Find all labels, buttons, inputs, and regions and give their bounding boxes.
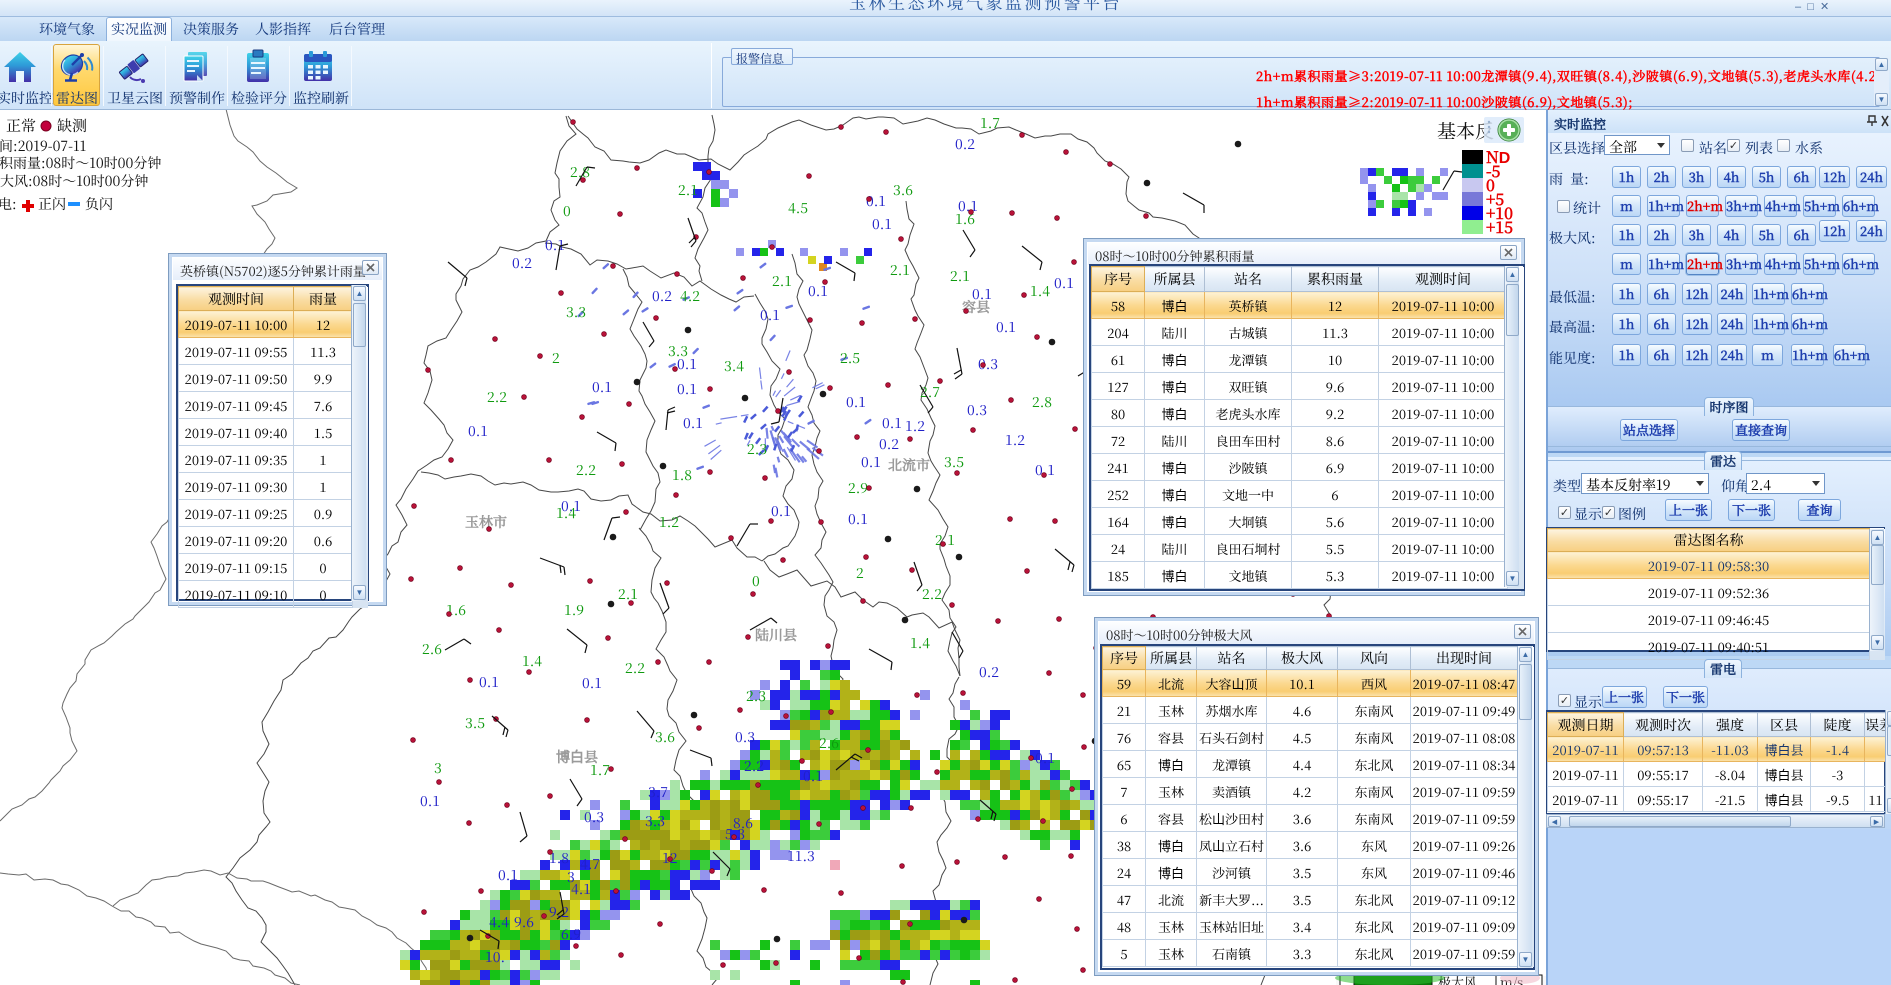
svg-text:3.3: 3.3	[566, 302, 586, 322]
svg-text:0.1: 0.1	[803, 766, 823, 786]
svg-text:0.1: 0.1	[468, 421, 488, 441]
svg-text:负闪: 负闪	[85, 194, 113, 214]
svg-text:0.1: 0.1	[771, 501, 791, 521]
svg-text:1.2: 1.2	[659, 512, 679, 532]
svg-text:0.1: 0.1	[1054, 273, 1074, 293]
svg-text:0.3: 0.3	[967, 400, 987, 420]
svg-text:0.3: 0.3	[735, 727, 755, 747]
svg-text:6.9: 6.9	[561, 924, 581, 944]
svg-text:9.2: 9.2	[549, 902, 569, 922]
svg-text:0.1: 0.1	[882, 413, 902, 433]
svg-text:0: 0	[563, 201, 571, 221]
svg-text:2.1: 2.1	[618, 584, 638, 604]
svg-text:1.7: 1.7	[980, 113, 1000, 133]
svg-text:2.2: 2.2	[922, 584, 942, 604]
svg-text:1.4: 1.4	[1030, 281, 1050, 301]
svg-text:1.2: 1.2	[1005, 430, 1025, 450]
svg-text:0.1: 0.1	[972, 284, 992, 304]
svg-text:3.6: 3.6	[893, 180, 913, 200]
svg-text:0.1: 0.1	[683, 413, 703, 433]
svg-text:电:: 电:	[0, 194, 17, 214]
svg-text:0.1: 0.1	[848, 509, 868, 529]
svg-text:北流市: 北流市	[888, 455, 930, 475]
svg-text:0.1: 0.1	[498, 865, 518, 885]
svg-text:2.6: 2.6	[819, 733, 839, 753]
svg-text:0.1: 0.1	[760, 305, 780, 325]
svg-text:1.6: 1.6	[446, 600, 466, 620]
svg-text:1.4: 1.4	[522, 651, 542, 671]
svg-text:0.1: 0.1	[846, 392, 866, 412]
svg-text:2.9: 2.9	[848, 478, 868, 498]
svg-text:0.1: 0.1	[420, 791, 440, 811]
svg-text:2.3: 2.3	[747, 439, 767, 459]
svg-text:0.1: 0.1	[479, 672, 499, 692]
svg-text:4.2: 4.2	[680, 286, 700, 306]
svg-text:2: 2	[552, 348, 560, 368]
svg-text:0.1: 0.1	[872, 214, 892, 234]
svg-text:4.1: 4.1	[571, 879, 591, 899]
svg-text:2.1: 2.1	[935, 530, 955, 550]
svg-text:0.2: 0.2	[879, 434, 899, 454]
svg-text:缺测: 缺测	[57, 115, 87, 136]
svg-text:1.2: 1.2	[905, 416, 925, 436]
svg-text:0.1: 0.1	[592, 377, 612, 397]
svg-text:2.2: 2.2	[744, 756, 764, 776]
svg-text:2.1: 2.1	[950, 266, 970, 286]
svg-text:5.3: 5.3	[725, 824, 745, 844]
svg-text:3: 3	[434, 758, 442, 778]
svg-text:1.9: 1.9	[564, 600, 584, 620]
svg-text:陆川县: 陆川县	[755, 625, 797, 645]
svg-text:1.4: 1.4	[556, 503, 576, 523]
svg-text:0.3: 0.3	[584, 807, 604, 827]
svg-text:3.4: 3.4	[724, 356, 744, 376]
svg-text:11.3: 11.3	[787, 846, 815, 866]
svg-text:4.7: 4.7	[580, 854, 600, 874]
svg-text:4.5: 4.5	[788, 198, 808, 218]
svg-text:1.4: 1.4	[910, 633, 930, 653]
svg-text:1.8: 1.8	[672, 465, 692, 485]
svg-text:10.: 10.	[485, 947, 505, 967]
svg-text:2.2: 2.2	[576, 460, 596, 480]
svg-text:大风:08时～10时00分钟: 大风:08时～10时00分钟	[0, 171, 148, 191]
svg-text:3.5: 3.5	[944, 452, 964, 472]
svg-text:2.7: 2.7	[920, 382, 940, 402]
svg-text:2.8: 2.8	[1032, 392, 1052, 412]
svg-text:积雨量:08时～10时00分钟: 积雨量:08时～10时00分钟	[0, 153, 161, 173]
svg-text:3.7: 3.7	[648, 782, 668, 802]
svg-text:1.7: 1.7	[590, 760, 610, 780]
svg-text:0.1: 0.1	[1035, 748, 1055, 768]
svg-text:0.2: 0.2	[512, 253, 532, 273]
svg-text:正闪: 正闪	[38, 194, 66, 214]
svg-text:2.5: 2.5	[840, 348, 860, 368]
svg-text:3.3: 3.3	[645, 811, 665, 831]
svg-text:9.6: 9.6	[514, 912, 534, 932]
svg-text:2.1: 2.1	[890, 260, 910, 280]
svg-text:+15: +15	[1486, 215, 1513, 238]
svg-text:2.2: 2.2	[625, 658, 645, 678]
svg-text:正常: 正常	[6, 115, 36, 136]
svg-text:0.1: 0.1	[861, 452, 881, 472]
svg-text:2.1: 2.1	[678, 180, 698, 200]
svg-text:2.1: 2.1	[772, 271, 792, 291]
svg-text:2.6: 2.6	[422, 639, 442, 659]
svg-text:0.1: 0.1	[677, 354, 697, 374]
svg-text:3.5: 3.5	[465, 713, 485, 733]
svg-text:0.1: 0.1	[677, 379, 697, 399]
svg-text:2.2: 2.2	[487, 387, 507, 407]
svg-text:2.3: 2.3	[746, 686, 766, 706]
svg-text:2: 2	[856, 563, 864, 583]
svg-text:0.2: 0.2	[955, 134, 975, 154]
svg-text:0.2: 0.2	[652, 286, 672, 306]
svg-text:0.2: 0.2	[979, 662, 999, 682]
svg-text:0.1: 0.1	[582, 673, 602, 693]
svg-text:玉林市: 玉林市	[465, 512, 507, 532]
svg-text:0.1: 0.1	[996, 317, 1016, 337]
svg-text:0: 0	[752, 571, 760, 591]
svg-text:4.4: 4.4	[489, 912, 509, 932]
svg-text:3.6: 3.6	[655, 727, 675, 747]
